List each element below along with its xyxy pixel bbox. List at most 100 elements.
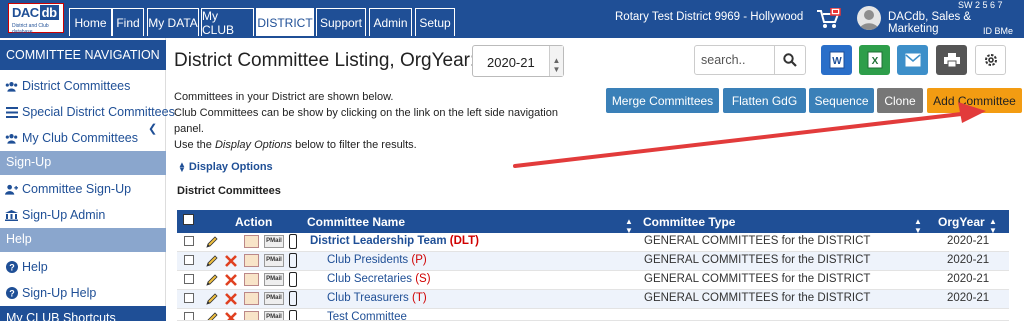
- chart-icon[interactable]: [244, 273, 259, 286]
- table-row: PMail Club Treasurers (T) GENERAL COMMIT…: [177, 290, 1009, 309]
- user-avatar[interactable]: [857, 6, 881, 30]
- clone-button[interactable]: Clone: [877, 88, 923, 113]
- nav-tab-admin[interactable]: Admin: [369, 8, 412, 36]
- display-options-toggle[interactable]: ▲ ▼ Display Options: [178, 161, 273, 174]
- nav-tab-find[interactable]: Find: [112, 8, 144, 36]
- column-committee-name[interactable]: Committee Name: [307, 215, 405, 229]
- nav-tab-home[interactable]: Home: [69, 8, 112, 36]
- select-all-checkbox[interactable]: [183, 214, 194, 225]
- column-orgyear[interactable]: OrgYear: [938, 215, 985, 229]
- sidebar-item-label: District Committees: [22, 79, 131, 93]
- flatten-gdg-button[interactable]: Flatten GdG: [723, 88, 806, 113]
- pencil-icon[interactable]: [205, 292, 219, 309]
- column-committee-type[interactable]: Committee Type: [643, 215, 735, 229]
- pmail-button[interactable]: PMail: [264, 292, 284, 305]
- phone-icon[interactable]: [289, 272, 297, 287]
- user-ids-top: SW 2 5 6 7: [958, 0, 1003, 10]
- sequence-button[interactable]: Sequence: [809, 88, 874, 113]
- pmail-button[interactable]: PMail: [264, 311, 284, 320]
- sidebar-item-label: Help: [22, 260, 48, 274]
- committee-name-link[interactable]: Club Secretaries (S): [327, 273, 431, 285]
- sidebar-item-district-committees[interactable]: District Committees: [5, 79, 130, 93]
- sidebar-signup-title: Sign-Up: [0, 151, 166, 175]
- export-excel-button[interactable]: X: [859, 45, 890, 75]
- row-checkbox[interactable]: [184, 274, 194, 284]
- phone-icon[interactable]: [289, 310, 297, 320]
- row-checkbox[interactable]: [184, 255, 194, 265]
- chart-icon[interactable]: [244, 311, 259, 320]
- delete-icon[interactable]: [224, 254, 238, 271]
- nav-tab-my-data[interactable]: My DATA: [147, 8, 199, 36]
- sidebar-item-special-committees[interactable]: Special District Committees: [5, 105, 175, 119]
- top-navbar: DAC db District and Club database Home Fi…: [0, 0, 1024, 38]
- pencil-icon[interactable]: [205, 273, 219, 290]
- settings-button[interactable]: [975, 45, 1006, 75]
- table-row: PMail Test Committee: [177, 309, 1009, 321]
- email-button[interactable]: [897, 45, 928, 75]
- pmail-button[interactable]: PMail: [264, 235, 284, 248]
- intro-line-2: Club Committees can be show by clicking …: [174, 107, 558, 135]
- display-options-label: Display Options: [188, 161, 273, 173]
- chart-icon[interactable]: [244, 235, 259, 248]
- table-row: PMail Club Secretaries (S) GENERAL COMMI…: [177, 271, 1009, 290]
- row-checkbox[interactable]: [184, 293, 194, 303]
- svg-text:X: X: [871, 56, 878, 67]
- row-checkbox[interactable]: [184, 236, 194, 246]
- nav-tab-support[interactable]: Support: [316, 8, 366, 36]
- orgyear-select[interactable]: 2020-21 ▲ ▼: [472, 45, 564, 77]
- svg-text:?: ?: [9, 263, 15, 273]
- sidebar-shortcuts-title: My CLUB Shortcuts: [0, 306, 166, 321]
- pmail-button[interactable]: PMail: [264, 273, 284, 286]
- users-icon: [5, 81, 18, 92]
- sidebar-item-help[interactable]: ? Help: [5, 260, 48, 274]
- committee-name-link[interactable]: Club Treasurers (T): [327, 292, 427, 304]
- nav-tab-my-club[interactable]: My CLUB: [201, 8, 254, 37]
- sidebar-item-signup-admin[interactable]: Sign-Up Admin: [5, 208, 105, 222]
- delete-icon[interactable]: [224, 273, 238, 290]
- delete-icon[interactable]: [224, 292, 238, 309]
- pencil-icon[interactable]: [205, 254, 219, 271]
- chart-icon[interactable]: [244, 292, 259, 305]
- envelope-icon: [905, 53, 920, 67]
- user-plus-icon: [5, 184, 18, 195]
- merge-committees-button[interactable]: Merge Committees: [606, 88, 719, 113]
- committee-type: GENERAL COMMITTEES for the DISTRICT: [644, 235, 871, 247]
- table-row: PMail District Leadership Team (DLT) GEN…: [177, 233, 1009, 252]
- cart-icon[interactable]: [816, 7, 842, 33]
- pencil-icon[interactable]: [205, 235, 219, 252]
- print-button[interactable]: [936, 45, 967, 75]
- intro-line-3: Use the Display Options below to filter …: [174, 139, 417, 151]
- word-icon: W: [829, 51, 844, 69]
- question-circle-icon: ?: [5, 261, 18, 273]
- delete-icon[interactable]: [224, 311, 238, 320]
- orgyear-cell: 2020-21: [947, 235, 990, 247]
- export-word-button[interactable]: W: [821, 45, 852, 75]
- phone-icon[interactable]: [289, 234, 297, 249]
- sidebar-item-signup-help[interactable]: ? Sign-Up Help: [5, 286, 96, 300]
- committee-name-link[interactable]: Club Presidents (P): [327, 254, 427, 266]
- pencil-icon[interactable]: [205, 311, 219, 320]
- phone-icon[interactable]: [289, 291, 297, 306]
- phone-icon[interactable]: [289, 253, 297, 268]
- chart-icon[interactable]: [244, 254, 259, 267]
- committee-name-link[interactable]: Test Committee: [327, 311, 407, 320]
- row-checkbox[interactable]: [184, 312, 194, 320]
- sidebar-item-committee-signup[interactable]: Committee Sign-Up: [5, 182, 131, 196]
- search-button[interactable]: [774, 45, 806, 75]
- add-committee-button[interactable]: Add Committee: [927, 88, 1022, 113]
- dacdb-logo[interactable]: DAC db District and Club database: [8, 3, 64, 35]
- orgyear-cell: 2020-21: [947, 254, 990, 266]
- sidebar-item-my-club-committees[interactable]: My Club Committees: [5, 131, 138, 145]
- chevron-left-icon[interactable]: ❮: [148, 122, 157, 135]
- question-circle-icon: ?: [5, 287, 18, 299]
- search-icon: [783, 53, 797, 67]
- search-input[interactable]: search..: [694, 45, 775, 75]
- svg-text:?: ?: [9, 289, 15, 299]
- nav-tab-setup[interactable]: Setup: [415, 8, 455, 36]
- list-icon: [5, 106, 18, 118]
- chevron-down-icon: ▲ ▼: [549, 46, 563, 76]
- nav-tab-district[interactable]: DISTRICT: [256, 8, 314, 36]
- pmail-button[interactable]: PMail: [264, 254, 284, 267]
- committee-name-link[interactable]: District Leadership Team (DLT): [310, 235, 479, 247]
- sidebar-item-label: Sign-Up Help: [22, 286, 97, 300]
